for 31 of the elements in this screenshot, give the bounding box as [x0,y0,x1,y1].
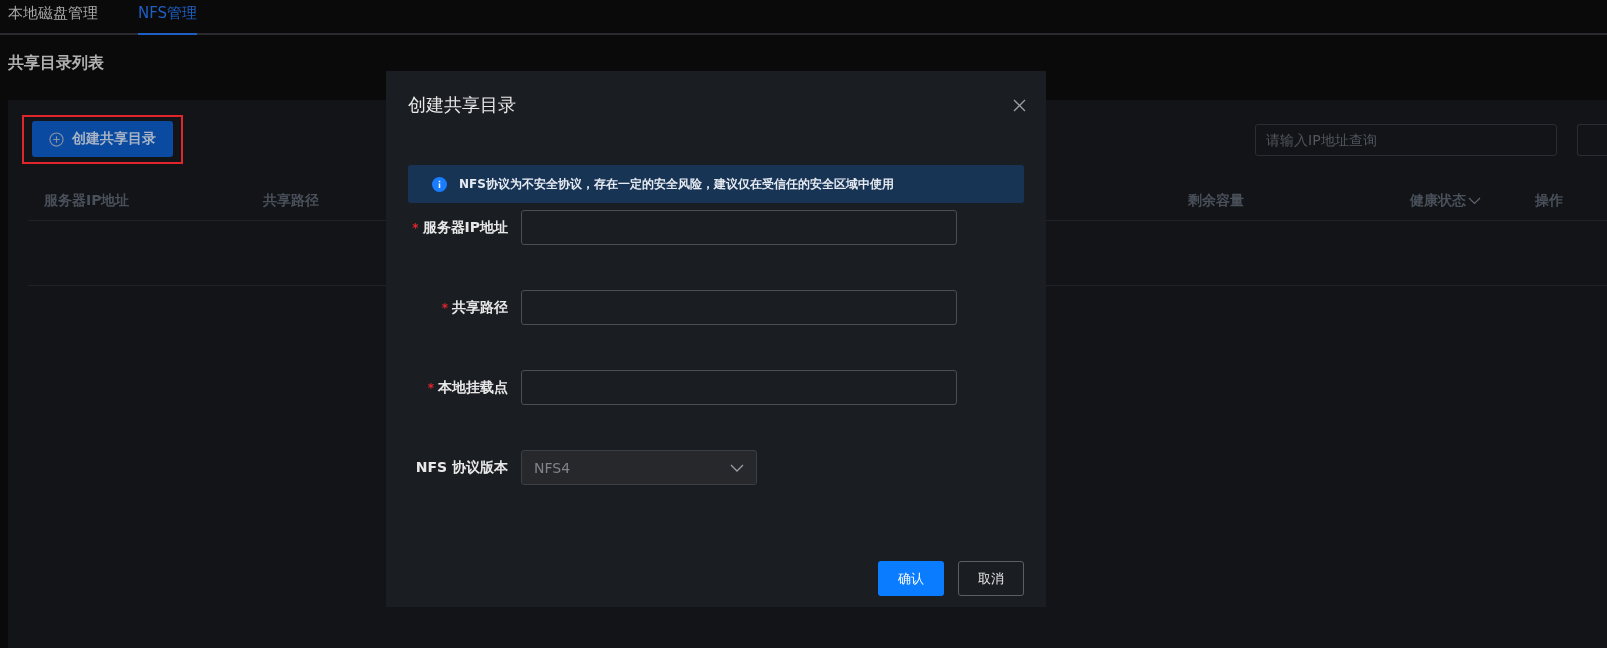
column-header: 服务器IP地址 [44,192,131,210]
column-header: 共享路径 [263,192,320,210]
notice-text: NFS协议为不安全协议，存在一定的安全风险，建议仅在受信任的安全区域中使用 [459,175,894,193]
tab[interactable]: 本地磁盘管理 [8,0,98,33]
confirm-button[interactable]: 确认 [878,561,944,596]
chevron-down-icon[interactable] [1468,197,1481,205]
column-header: 操作 [1535,192,1564,210]
field-label: 共享路径 [452,298,508,317]
input-field[interactable] [521,210,957,245]
dialog-title: 创建共享目录 [408,93,516,117]
version-select[interactable]: NFS4 [521,450,757,485]
filter-button[interactable] [1577,123,1607,156]
column-header: 健康状态 [1410,192,1535,210]
info-icon [432,176,447,192]
input-field[interactable] [521,290,957,325]
cancel-button[interactable]: 取消 [958,561,1024,596]
field-label: NFS 协议版本 [415,458,508,477]
chevron-down-icon [730,463,744,472]
create-share-button[interactable]: 创建共享目录 [32,121,173,157]
field-label: 服务器IP地址 [422,218,508,237]
section-title: 共享目录列表 [8,53,105,74]
column-header: 剩余容量 [1188,192,1245,210]
required-asterisk: * [412,220,419,235]
input-field[interactable] [521,370,957,405]
plus-circle-icon [49,131,64,147]
search-field[interactable]: 请输入IP地址查询 [1255,123,1557,156]
tab[interactable]: NFS管理 [138,0,198,35]
required-asterisk: * [427,380,434,395]
field-label: 本地挂载点 [438,378,508,397]
required-asterisk: * [441,300,448,315]
close-icon[interactable] [1013,98,1026,112]
